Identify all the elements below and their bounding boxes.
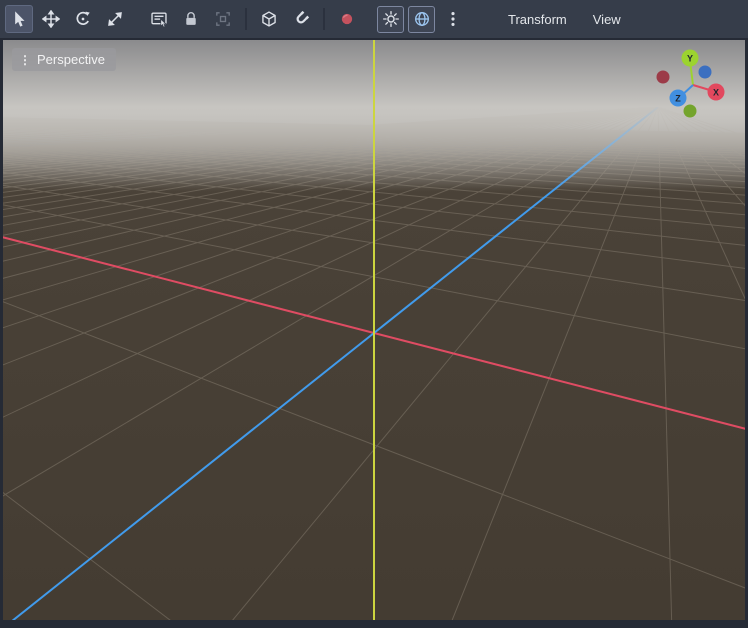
sun-icon bbox=[382, 10, 400, 28]
gizmo-x-label: X bbox=[713, 88, 719, 98]
rotate-icon bbox=[74, 10, 92, 28]
globe-icon bbox=[413, 10, 431, 28]
move-tool-button[interactable] bbox=[37, 5, 65, 33]
scale-icon bbox=[106, 10, 124, 28]
gizmo-neg-x-handle[interactable] bbox=[657, 71, 670, 84]
toolbar-separator bbox=[245, 8, 247, 30]
projection-label: Perspective bbox=[37, 52, 105, 67]
list-select-tool-button[interactable] bbox=[145, 5, 173, 33]
extra-options-menu-button[interactable] bbox=[439, 5, 467, 33]
group-button[interactable] bbox=[209, 5, 237, 33]
red-tool-button[interactable] bbox=[333, 5, 361, 33]
lock-button[interactable] bbox=[177, 5, 205, 33]
red-tool-icon bbox=[338, 10, 356, 28]
kebab-menu-icon: ⋮ bbox=[19, 54, 31, 66]
menu-transform[interactable]: Transform bbox=[497, 7, 578, 32]
local-space-toggle-button[interactable] bbox=[255, 5, 283, 33]
godot-3d-editor: Transform View ⋮ Perspective bbox=[0, 0, 748, 628]
preview-environment-toggle-button[interactable] bbox=[408, 6, 435, 33]
viewport-3d[interactable]: ⋮ Perspective Y X Z bbox=[3, 40, 745, 620]
orientation-gizmo[interactable]: Y X Z bbox=[649, 44, 739, 129]
group-icon bbox=[214, 10, 232, 28]
gizmo-neg-z-handle[interactable] bbox=[699, 66, 712, 79]
scale-tool-button[interactable] bbox=[101, 5, 129, 33]
select-tool-button[interactable] bbox=[5, 5, 33, 33]
kebab-menu-icon bbox=[444, 10, 462, 28]
gizmo-z-label: Z bbox=[675, 94, 681, 104]
gizmo-y-label: Y bbox=[687, 54, 693, 64]
menu-view[interactable]: View bbox=[582, 7, 632, 32]
toolbar-separator bbox=[323, 8, 325, 30]
scene-render bbox=[3, 40, 745, 620]
list-select-icon bbox=[150, 10, 168, 28]
select-cursor-icon bbox=[10, 10, 28, 28]
viewport-toolbar: Transform View bbox=[0, 0, 748, 38]
move-icon bbox=[42, 10, 60, 28]
cube-icon bbox=[260, 10, 278, 28]
magnet-icon bbox=[292, 10, 310, 28]
snap-toggle-button[interactable] bbox=[287, 5, 315, 33]
gizmo-neg-y-handle[interactable] bbox=[684, 105, 697, 118]
lock-icon bbox=[182, 10, 200, 28]
preview-sun-toggle-button[interactable] bbox=[377, 6, 404, 33]
perspective-menu-button[interactable]: ⋮ Perspective bbox=[12, 48, 116, 71]
rotate-tool-button[interactable] bbox=[69, 5, 97, 33]
